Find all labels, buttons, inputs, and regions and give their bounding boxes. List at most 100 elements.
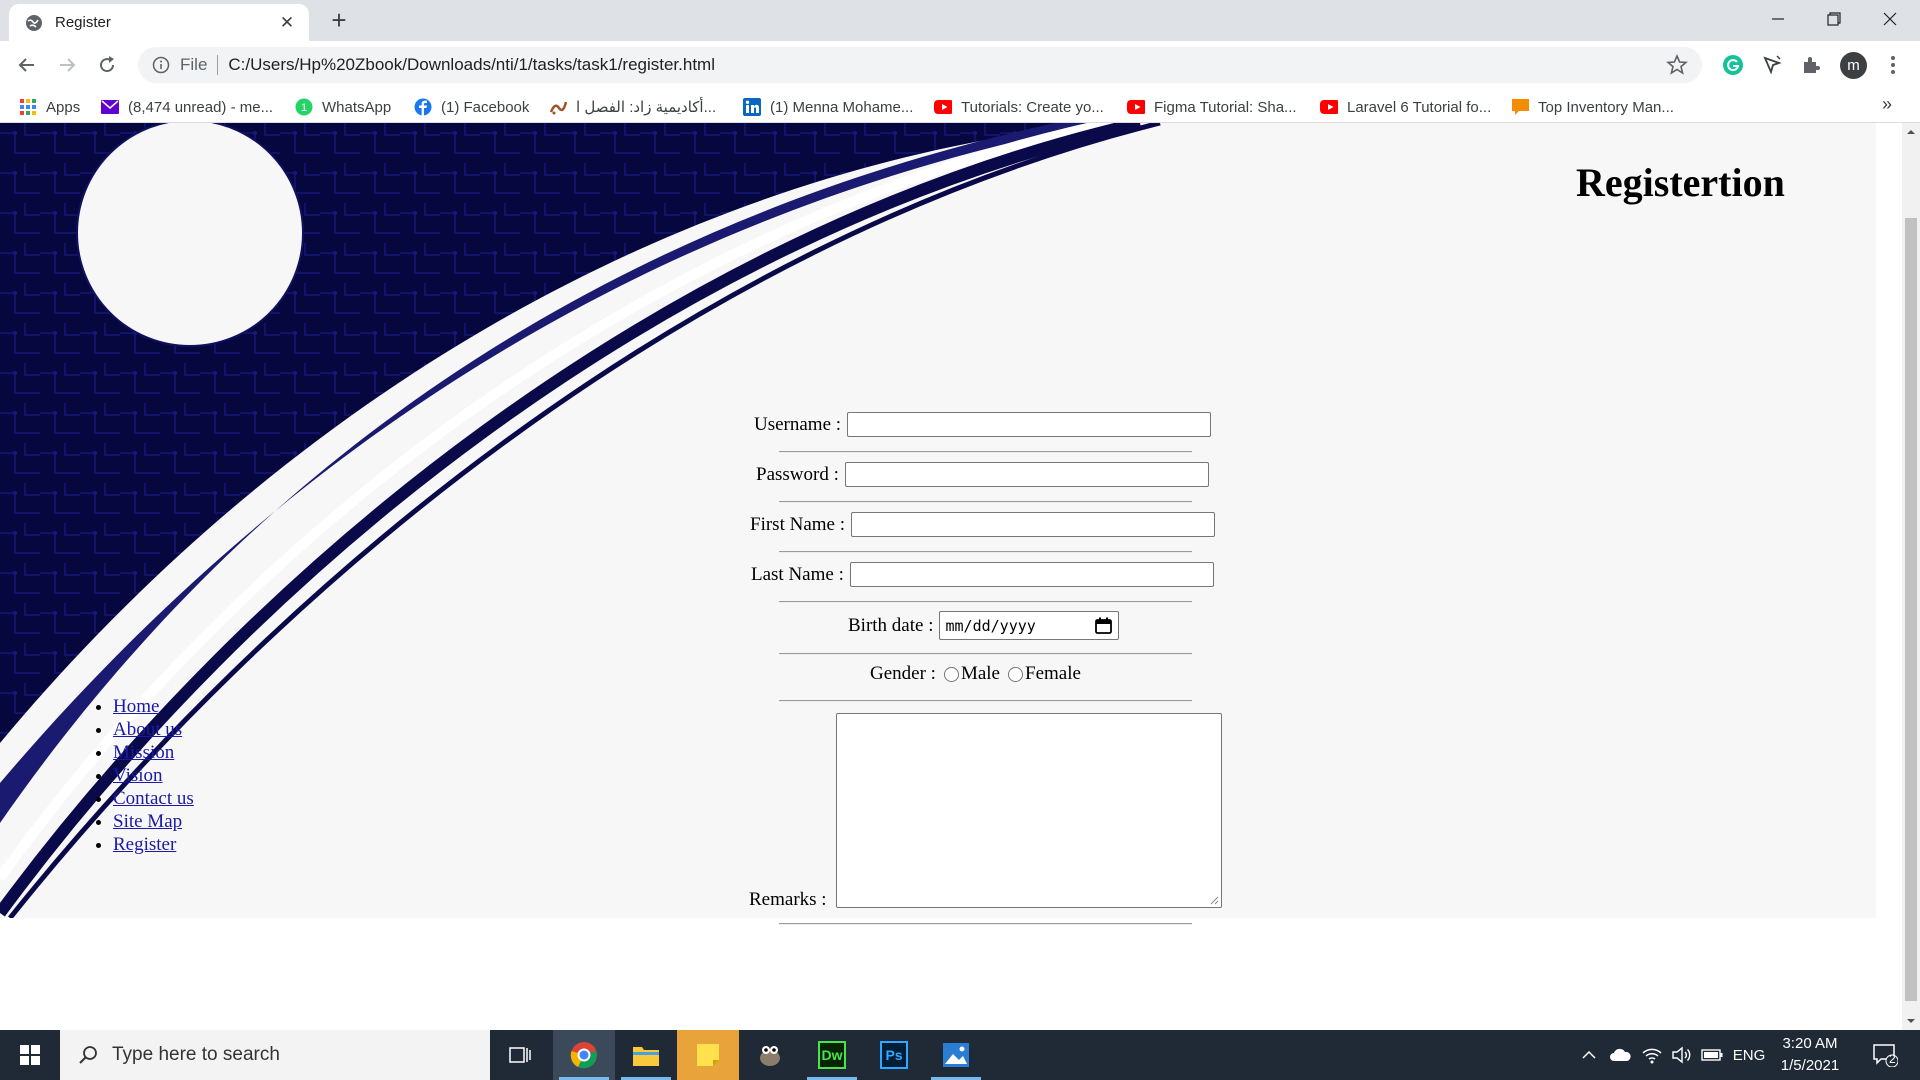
language-label: ENG [1732, 1046, 1766, 1064]
bookmark-inventory[interactable]: Top Inventory Man... [1511, 96, 1674, 118]
reload-button[interactable] [91, 49, 123, 81]
taskbar-photoshop[interactable]: Ps [863, 1030, 925, 1080]
nav-item-home: Home [113, 695, 194, 718]
first-name-input[interactable] [851, 512, 1215, 537]
gimp-icon [760, 1046, 780, 1066]
task-view-icon [509, 1047, 531, 1063]
windows-taskbar: Type here to search Dw Ps ENG 3:20 AM 1/… [0, 1030, 1920, 1080]
bookmark-zad-academy[interactable]: أكاديمية زاد: الفصل ا... [549, 96, 716, 118]
grammarly-extension-icon[interactable] [1719, 51, 1747, 79]
battery-tray[interactable] [1697, 1030, 1727, 1080]
forward-button[interactable] [51, 49, 83, 81]
task-view-button[interactable] [495, 1030, 545, 1080]
scrollbar-thumb[interactable] [1905, 218, 1917, 1001]
system-clock[interactable]: 3:20 AM 1/5/2021 [1770, 1033, 1850, 1077]
gender-female-label: Female [1025, 663, 1081, 684]
last-name-input[interactable] [849, 562, 1214, 587]
clock-date: 1/5/2021 [1780, 1057, 1840, 1074]
language-indicator[interactable]: ENG [1729, 1030, 1769, 1080]
calendar-icon[interactable] [1095, 617, 1113, 634]
password-input[interactable] [844, 462, 1209, 487]
wifi-tray[interactable] [1637, 1030, 1667, 1080]
remarks-textarea[interactable] [836, 713, 1222, 908]
taskbar-file-explorer[interactable] [615, 1030, 677, 1080]
bookmark-label: Top Inventory Man... [1538, 98, 1674, 116]
notification-count: 2 [1889, 1052, 1896, 1066]
nav-link-about-us[interactable]: About us [113, 719, 182, 740]
taskbar-dreamweaver[interactable]: Dw [801, 1030, 863, 1080]
tab-register[interactable]: Register ✕ [9, 4, 309, 41]
tray-overflow-button[interactable] [1577, 1030, 1601, 1080]
bookmark-youtube-laravel[interactable]: Laravel 6 Tutorial fo... [1320, 96, 1491, 118]
nav-link-vision[interactable]: Vision [113, 765, 163, 786]
url-text[interactable]: C:/Users/Hp%20Zbook/Downloads/nti/1/task… [228, 55, 1666, 75]
profile-avatar[interactable]: m [1840, 52, 1867, 79]
globe-icon [25, 14, 43, 32]
battery-icon [1701, 1049, 1723, 1061]
vertical-scrollbar[interactable] [1902, 123, 1920, 1030]
minimize-button[interactable] [1750, 0, 1806, 37]
new-tab-button[interactable]: + [325, 7, 353, 35]
extensions-puzzle-icon[interactable] [1797, 51, 1825, 79]
restore-button[interactable] [1806, 0, 1862, 37]
page-title: Registertion [1576, 160, 1785, 205]
birth-date-input[interactable]: mm/dd/yyyy [939, 611, 1120, 640]
bookmark-youtube-figma[interactable]: Figma Tutorial: Sha... [1127, 96, 1297, 118]
nav-link-mission[interactable]: Mission [113, 742, 174, 763]
nav-item-mission: Mission [113, 741, 194, 764]
username-input[interactable] [847, 412, 1212, 437]
nav-link-site-map[interactable]: Site Map [113, 811, 182, 832]
tab-title: Register [55, 14, 111, 31]
bookmark-label: WhatsApp [322, 98, 392, 116]
cursor-extension-icon[interactable] [1758, 51, 1786, 79]
close-icon [1883, 12, 1897, 25]
action-center-button[interactable]: 2 [1860, 1030, 1910, 1080]
divider [779, 601, 1192, 603]
whatsapp-icon: 1 [295, 98, 313, 116]
gender-female-radio[interactable] [1008, 666, 1023, 682]
taskbar-sticky-notes[interactable] [677, 1030, 739, 1080]
info-icon[interactable] [152, 56, 170, 74]
birth-date-placeholder: mm/dd/yyyy [945, 616, 1036, 635]
close-tab-icon[interactable]: ✕ [277, 13, 297, 33]
bookmark-facebook[interactable]: (1) Facebook [414, 96, 529, 118]
bookmarks-overflow-icon[interactable]: » [1882, 94, 1892, 115]
scroll-down-icon[interactable] [1902, 1014, 1920, 1028]
sticky-notes-icon [697, 1044, 719, 1066]
taskbar-chrome[interactable] [553, 1030, 615, 1080]
bookmark-apps[interactable]: Apps [19, 96, 80, 118]
zad-icon [549, 98, 567, 116]
divider [779, 551, 1192, 553]
resize-grip-icon[interactable] [1209, 895, 1219, 905]
bookmark-youtube-tutorials[interactable]: Tutorials: Create yo... [934, 96, 1104, 118]
taskbar-photos[interactable] [925, 1030, 987, 1080]
bookmark-label: (1) Menna Mohame... [770, 98, 914, 116]
bookmark-whatsapp[interactable]: 1 WhatsApp [295, 96, 391, 118]
nav-link-home[interactable]: Home [113, 696, 159, 717]
taskbar-gimp[interactable] [739, 1030, 801, 1080]
back-button[interactable] [11, 49, 43, 81]
password-label: Password : [756, 463, 839, 485]
nav-link-contact-us[interactable]: Contact us [113, 788, 194, 809]
onedrive-tray[interactable] [1605, 1030, 1635, 1080]
bookmark-linkedin[interactable]: (1) Menna Mohame... [743, 96, 913, 118]
nav-link-register[interactable]: Register [113, 834, 176, 855]
dreamweaver-icon: Dw [818, 1041, 846, 1069]
restore-icon [1827, 11, 1841, 26]
close-window-button[interactable] [1862, 0, 1918, 37]
youtube-icon [1127, 98, 1145, 116]
taskbar-search[interactable]: Type here to search [60, 1030, 490, 1080]
bookmark-star-icon[interactable] [1666, 54, 1688, 76]
nav-item-contact: Contact us [113, 787, 194, 810]
username-row: Username : [754, 412, 1212, 437]
facebook-icon [414, 98, 432, 116]
bookmark-mail[interactable]: (8,474 unread) - me... [101, 96, 273, 118]
volume-tray[interactable] [1667, 1030, 1697, 1080]
wifi-icon [1642, 1048, 1662, 1064]
start-button[interactable] [0, 1030, 60, 1080]
address-bar[interactable]: File C:/Users/Hp%20Zbook/Downloads/nti/1… [138, 47, 1702, 83]
scroll-up-icon[interactable] [1902, 125, 1920, 139]
birth-date-row: Birth date : mm/dd/yyyy [848, 611, 1120, 640]
menu-kebab-icon[interactable] [1879, 51, 1907, 79]
gender-male-radio[interactable] [943, 666, 959, 682]
